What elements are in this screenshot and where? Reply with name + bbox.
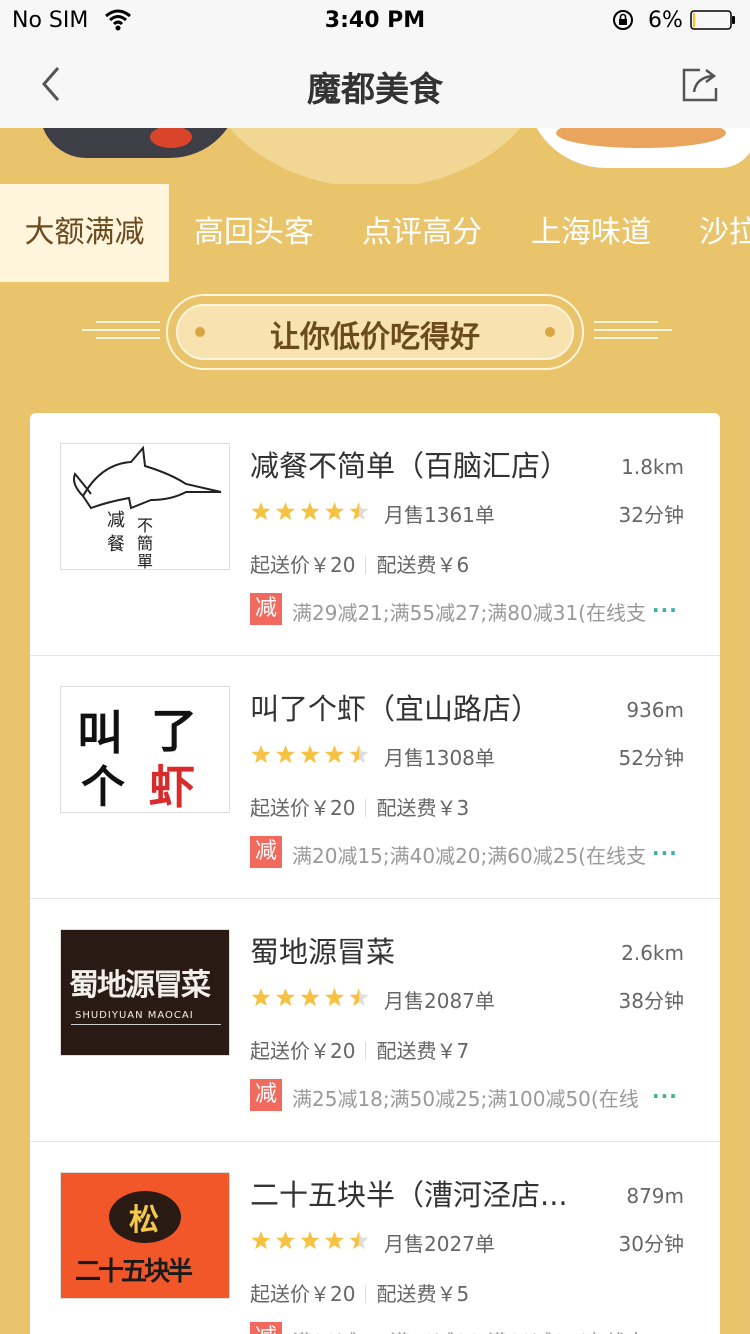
star-icon — [324, 988, 345, 1007]
min-order: 起送价￥20 — [250, 796, 356, 820]
store-logo: 减 不 餐 簡 單 — [60, 443, 230, 570]
store-list: 减 不 餐 簡 單 减餐不简单（百脑汇店） 1.8km 月售1361单 32分钟… — [30, 413, 720, 1334]
status-bar: No SIM 3:40 PM 6% — [0, 0, 750, 40]
more-promos-icon[interactable]: ... — [652, 593, 678, 617]
star-icon — [251, 502, 271, 521]
discount-tag-icon: 减 — [250, 593, 282, 625]
star-icon — [251, 988, 271, 1007]
promo-text: 满20减15;满40减20;满60减25(在线支 — [292, 1326, 652, 1334]
monthly-sales: 月售2087单 — [384, 989, 495, 1013]
star-icon — [251, 745, 271, 764]
store-logo: 松 二十五块半 — [60, 1172, 230, 1299]
monthly-sales: 月售2027单 — [384, 1232, 495, 1256]
store-distance: 936m — [626, 698, 684, 722]
decorative-lines-left — [82, 321, 160, 339]
star-icon — [300, 502, 320, 521]
more-promos-icon[interactable]: ... — [652, 836, 678, 860]
banner-dish-right — [526, 128, 750, 168]
star-icon — [275, 1231, 296, 1250]
store-name: 二十五块半（漕河泾店... — [250, 1178, 568, 1212]
banner-dish-left — [40, 128, 240, 158]
delivery-fee: 配送费￥7 — [376, 1039, 470, 1063]
store-name: 减餐不简单（百脑汇店） — [250, 449, 570, 483]
promo-row: 减 满20减15;满40减20;满60减25(在线支 ... — [250, 836, 690, 868]
discount-tag-icon: 减 — [250, 836, 282, 868]
store-logo: 叫 了 个 虾 — [60, 686, 230, 813]
delivery-time: 30分钟 — [618, 1232, 684, 1256]
store-name: 叫了个虾（宜山路店） — [250, 692, 541, 726]
banner-image — [0, 128, 750, 184]
min-order: 起送价￥20 — [250, 1039, 356, 1063]
fee-info: 起送价￥20 配送费￥7 — [250, 1035, 469, 1064]
rotation-lock-icon — [613, 10, 633, 30]
store-logo: 蜀地源冒菜 SHUDIYUAN MAOCAI — [60, 929, 230, 1056]
promo-text: 满29减21;满55减27;满80减31(在线支 — [292, 601, 646, 625]
tab-shanghai-flavor[interactable]: 上海味道 — [531, 184, 651, 282]
star-rating-icon — [251, 988, 369, 1007]
store-name: 蜀地源冒菜 — [250, 935, 396, 969]
discount-tag-icon: 减 — [250, 1322, 282, 1334]
star-icon — [349, 988, 369, 1007]
discount-tag-icon: 减 — [250, 1079, 282, 1111]
promo-text: 满25减18;满50减25;满100减50(在线 — [292, 1087, 639, 1111]
delivery-fee: 配送费￥6 — [376, 553, 470, 577]
monthly-sales: 月售1361单 — [384, 503, 495, 527]
store-distance: 1.8km — [621, 455, 684, 479]
category-tabs: 大额满减 高回头客 点评高分 上海味道 沙拉 — [0, 184, 750, 282]
store-card[interactable]: 蜀地源冒菜 SHUDIYUAN MAOCAI 蜀地源冒菜 2.6km 月售208… — [30, 899, 720, 1142]
star-icon — [349, 502, 369, 521]
min-order: 起送价￥20 — [250, 553, 356, 577]
more-promos-icon[interactable]: ... — [652, 1322, 678, 1334]
star-icon — [275, 745, 296, 764]
tab-salad[interactable]: 沙拉 — [699, 184, 750, 282]
battery-icon — [690, 10, 735, 30]
fee-info: 起送价￥20 配送费￥6 — [250, 549, 469, 578]
star-icon — [324, 1231, 345, 1250]
store-card[interactable]: 叫 了 个 虾 叫了个虾（宜山路店） 936m 月售1308单 52分钟 起送价… — [30, 656, 720, 899]
delivery-fee: 配送费￥5 — [376, 1282, 470, 1306]
delivery-time: 38分钟 — [618, 989, 684, 1013]
decorative-lines-right — [594, 321, 672, 339]
promo-row: 减 满29减21;满55减27;满80减31(在线支 ... — [250, 593, 690, 625]
tab-repeat-customers[interactable]: 高回头客 — [194, 184, 314, 282]
slogan-text: 让你低价吃得好 — [270, 320, 480, 355]
star-icon — [324, 745, 345, 764]
delivery-time: 52分钟 — [618, 746, 684, 770]
star-icon — [349, 1231, 369, 1250]
fee-info: 起送价￥20 配送费￥5 — [250, 1278, 469, 1307]
star-icon — [251, 1231, 271, 1250]
promo-row: 减 满25减18;满50减25;满100减50(在线 ... — [250, 1079, 690, 1111]
star-rating-icon — [251, 502, 369, 521]
star-icon — [349, 745, 369, 764]
min-order: 起送价￥20 — [250, 1282, 356, 1306]
star-icon — [324, 502, 345, 521]
star-icon — [275, 502, 296, 521]
store-distance: 879m — [626, 1184, 684, 1208]
monthly-sales: 月售1308单 — [384, 746, 495, 770]
slogan-banner: 让你低价吃得好 — [0, 292, 750, 372]
promo-text: 满20减15;满40减20;满60减25(在线支 — [292, 844, 646, 868]
page-title: 魔都美食 — [307, 70, 443, 110]
store-card[interactable]: 减 不 餐 簡 單 减餐不简单（百脑汇店） 1.8km 月售1361单 32分钟… — [30, 413, 720, 656]
star-icon — [275, 988, 296, 1007]
delivery-fee: 配送费￥3 — [376, 796, 470, 820]
star-icon — [300, 1231, 320, 1250]
navigation-bar: 魔都美食 — [0, 40, 750, 128]
star-icon — [300, 745, 320, 764]
promo-row: 减 满20减15;满40减20;满60减25(在线支 ... — [250, 1322, 690, 1334]
more-promos-icon[interactable]: ... — [652, 1079, 678, 1103]
star-icon — [300, 988, 320, 1007]
store-distance: 2.6km — [621, 941, 684, 965]
clock: 3:40 PM — [324, 8, 426, 33]
battery-percent: 6% — [648, 8, 683, 33]
tab-big-discount[interactable]: 大额满减 — [0, 184, 169, 282]
tab-top-rated[interactable]: 点评高分 — [362, 184, 482, 282]
share-icon[interactable] — [678, 62, 722, 106]
store-card[interactable]: 松 二十五块半 二十五块半（漕河泾店... 879m 月售2027单 30分钟 … — [30, 1142, 720, 1334]
delivery-time: 32分钟 — [618, 503, 684, 527]
star-rating-icon — [251, 1231, 369, 1250]
fee-info: 起送价￥20 配送费￥3 — [250, 792, 469, 821]
star-rating-icon — [251, 745, 369, 764]
banner-plate — [200, 128, 550, 184]
